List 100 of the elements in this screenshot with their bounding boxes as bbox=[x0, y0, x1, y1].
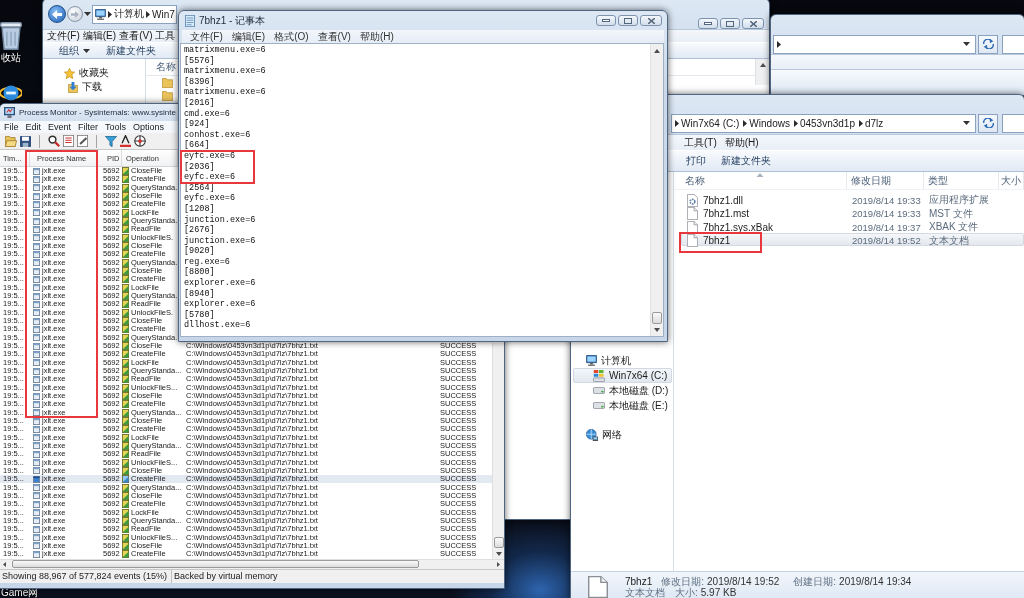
menu-item[interactable]: 帮助(H) bbox=[359, 30, 394, 43]
save-icon[interactable] bbox=[20, 135, 31, 147]
column-header[interactable]: 名称 bbox=[146, 59, 177, 75]
maximize-button[interactable] bbox=[618, 15, 638, 26]
date-cell-text: 2019/8/14 19:37 bbox=[851, 221, 922, 233]
scroll-down-icon[interactable] bbox=[495, 551, 502, 556]
menu-item[interactable]: 文件(F) bbox=[47, 30, 80, 42]
document-icon bbox=[687, 207, 698, 220]
menu-item[interactable]: 编辑(E) bbox=[231, 30, 266, 43]
file-name: 7bhz1.dll bbox=[703, 194, 744, 206]
nav-item[interactable]: 收藏夹 bbox=[45, 66, 144, 80]
scroll-thumb[interactable] bbox=[12, 560, 419, 569]
minimize-button[interactable] bbox=[596, 15, 616, 26]
scroll-up-icon[interactable] bbox=[759, 63, 766, 67]
breadcrumb-item[interactable]: Win7 bbox=[152, 8, 175, 20]
chevron-right-icon bbox=[108, 10, 112, 18]
document-icon bbox=[687, 220, 698, 234]
toolbar-button[interactable]: 打印 bbox=[684, 153, 708, 169]
caret-down-icon bbox=[963, 42, 970, 46]
toolbar-button[interactable]: 新建文件夹 bbox=[719, 153, 773, 169]
chevron-right-icon bbox=[675, 119, 679, 127]
column-header[interactable]: 名称 bbox=[674, 172, 847, 189]
nav-item[interactable]: 本地磁盘 (D:) bbox=[573, 383, 672, 398]
forward-button[interactable] bbox=[67, 6, 83, 22]
crosshair-icon[interactable] bbox=[134, 135, 146, 147]
menu-item[interactable]: 查看(V) bbox=[119, 30, 153, 42]
search-field[interactable] bbox=[1002, 34, 1024, 54]
status-text: Showing 88,967 of 577,824 events (15%) bbox=[0, 569, 172, 583]
menu-item[interactable]: Edit bbox=[25, 121, 42, 133]
menu-item[interactable]: 编辑(E) bbox=[82, 30, 117, 42]
desktop-icon-label[interactable]: 收站 bbox=[1, 52, 21, 64]
menu-item[interactable]: Options bbox=[133, 121, 165, 133]
breadcrumb-item[interactable]: Win7x64 (C:) bbox=[681, 117, 740, 129]
nav-item[interactable]: Win7x64 (C:) bbox=[573, 368, 672, 383]
file-type: 文本文档 bbox=[625, 587, 665, 598]
lined-document-icon[interactable] bbox=[63, 135, 74, 147]
nav-item[interactable]: 本地磁盘 (E:) bbox=[573, 398, 672, 413]
breadcrumb-item[interactable]: Windows bbox=[749, 117, 790, 129]
nav-item[interactable]: 网络 bbox=[573, 427, 672, 442]
horizontal-scrollbar[interactable] bbox=[0, 558, 504, 569]
menu-item[interactable]: 帮助(H) bbox=[724, 136, 759, 149]
address-bar[interactable] bbox=[773, 34, 976, 54]
menu-item[interactable]: 格式(O) bbox=[274, 30, 309, 43]
folder-icon bbox=[162, 90, 173, 101]
breadcrumb-item[interactable]: 0453vn3d1p bbox=[799, 117, 855, 129]
toolbar-button[interactable]: 组织 bbox=[57, 43, 92, 58]
menu-item[interactable]: Tools bbox=[105, 121, 127, 133]
address-bar[interactable]: 计算机 Win7 bbox=[92, 4, 177, 24]
address-bar[interactable]: Win7x64 (C:) Windows 0453vn3d1p d7lz bbox=[671, 113, 976, 133]
file-row[interactable]: 7bhz1.mst 2019/8/14 19:33 MST 文件 bbox=[681, 205, 1024, 219]
scroll-thumb[interactable] bbox=[493, 536, 504, 548]
detail-label: 创建日期: bbox=[793, 576, 837, 587]
file-row[interactable]: 7bhz1.sys.xBak 2019/8/14 19:37 XBAK 文件 bbox=[681, 219, 1024, 233]
vertical-scrollbar[interactable] bbox=[492, 342, 504, 559]
close-button[interactable] bbox=[742, 18, 764, 29]
vertical-scrollbar[interactable] bbox=[755, 59, 769, 85]
status-text: Backed by virtual memory bbox=[173, 569, 278, 583]
menu-item[interactable]: 查看(V) bbox=[317, 30, 351, 43]
menu-item[interactable]: Event bbox=[48, 121, 72, 133]
menu-item[interactable]: Filter bbox=[78, 121, 99, 133]
file-row[interactable]: 7bhz1 2019/8/14 19:52 文本文档 bbox=[681, 232, 1024, 246]
breadcrumb-item[interactable]: d7lz bbox=[865, 117, 884, 129]
minimize-button[interactable] bbox=[698, 18, 718, 29]
minimize-icon bbox=[704, 22, 712, 25]
column-header[interactable]: 修改日期 bbox=[847, 172, 924, 189]
column-header[interactable]: 大小 bbox=[999, 172, 1024, 189]
scroll-left-icon[interactable] bbox=[3, 561, 6, 567]
search-field[interactable] bbox=[1002, 113, 1024, 133]
chevron-right-icon bbox=[777, 40, 781, 48]
filter-icon[interactable] bbox=[105, 135, 117, 147]
arrow-left-icon bbox=[52, 9, 62, 19]
toolbar-button[interactable]: 新建文件夹 bbox=[104, 43, 158, 58]
menu-item[interactable]: 文件(F) bbox=[190, 30, 223, 43]
menu-item[interactable]: 工具(T) bbox=[684, 136, 717, 149]
refresh-button[interactable] bbox=[978, 34, 998, 54]
maximize-button[interactable] bbox=[720, 18, 740, 29]
folder-icon bbox=[162, 77, 173, 88]
breadcrumb-item[interactable]: 计算机 bbox=[114, 7, 144, 21]
document-icon bbox=[588, 576, 608, 598]
magnifier-icon[interactable] bbox=[48, 135, 60, 147]
back-button[interactable] bbox=[48, 5, 66, 23]
caret-underline-icon[interactable] bbox=[120, 135, 131, 147]
recycle-bin-icon bbox=[0, 22, 22, 50]
nav-item[interactable]: 计算机 bbox=[573, 353, 672, 368]
drive-icon bbox=[593, 402, 605, 409]
slashed-document-icon[interactable] bbox=[77, 135, 88, 147]
chevron-right-icon bbox=[859, 119, 863, 127]
menu-item[interactable]: File bbox=[4, 121, 19, 133]
column-header[interactable]: 类型 bbox=[924, 172, 999, 189]
download-folder-icon bbox=[68, 81, 78, 93]
scroll-right-icon[interactable] bbox=[497, 561, 500, 567]
gear-document-icon bbox=[687, 193, 698, 207]
computer-icon bbox=[95, 8, 106, 20]
refresh-button[interactable] bbox=[978, 113, 998, 133]
nav-item[interactable]: 下载 bbox=[45, 80, 144, 94]
close-button[interactable] bbox=[640, 15, 662, 26]
file-name: 7bhz1 bbox=[703, 235, 731, 246]
caret-down-icon bbox=[83, 48, 90, 53]
menu-item[interactable]: 工具 bbox=[155, 30, 176, 42]
file-row[interactable]: 7bhz1.dll 2019/8/14 19:33 应用程序扩展 bbox=[681, 192, 1024, 206]
